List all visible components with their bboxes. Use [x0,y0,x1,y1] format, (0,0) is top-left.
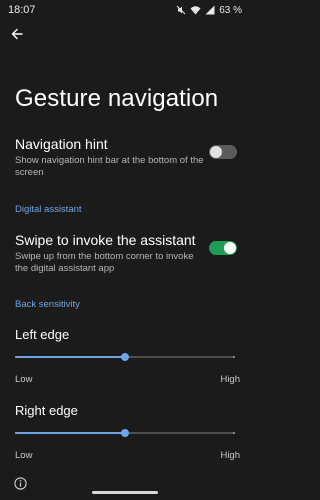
back-sensitivity-header: Back sensitivity [15,299,80,310]
slider-thumb[interactable] [121,429,129,437]
navigation-hint-title: Navigation hint [15,136,108,152]
left-edge-label: Left edge [15,327,70,342]
back-button[interactable] [8,25,26,43]
left-edge-low-label: Low [15,374,33,385]
navigation-hint-summary: Show navigation hint bar at the bottom o… [15,155,204,178]
navigation-hint-toggle[interactable] [209,145,237,159]
left-edge-slider[interactable] [15,351,235,363]
page-title: Gesture navigation [15,85,219,112]
digital-assistant-header: Digital assistant [15,204,82,215]
status-bar: 18:07 63 % [0,0,250,20]
wifi-icon [190,6,201,15]
slider-tick-end [233,432,235,434]
toggle-knob [210,146,222,158]
status-icons: 63 % [176,5,242,16]
status-time: 18:07 [8,4,36,16]
slider-thumb[interactable] [121,353,129,361]
info-button[interactable] [14,477,27,490]
slider-tick-start [15,432,17,434]
slider-tick-start [15,356,17,358]
navigation-hint-setting[interactable]: Navigation hint Show navigation hint bar… [15,136,237,179]
left-edge-high-label: High [220,374,240,385]
right-edge-slider[interactable] [15,427,235,439]
toggle-knob [224,242,236,254]
right-edge-low-label: Low [15,450,33,461]
swipe-assistant-toggle[interactable] [209,241,237,255]
gesture-handle[interactable] [92,491,158,494]
swipe-assistant-setting[interactable]: Swipe to invoke the assistant Swipe up f… [15,232,237,275]
right-edge-label: Right edge [15,403,78,418]
slider-fill [15,356,125,358]
slider-fill [15,432,125,434]
info-icon [14,477,27,490]
swipe-assistant-summary: Swipe up from the bottom corner to invok… [15,251,194,274]
mute-icon [176,5,186,15]
signal-icon [205,5,215,15]
swipe-assistant-title: Swipe to invoke the assistant [15,232,196,248]
battery-percentage: 63 % [219,4,242,16]
slider-tick-end [233,356,235,358]
right-edge-high-label: High [220,450,240,461]
arrow-back-icon [11,28,23,40]
